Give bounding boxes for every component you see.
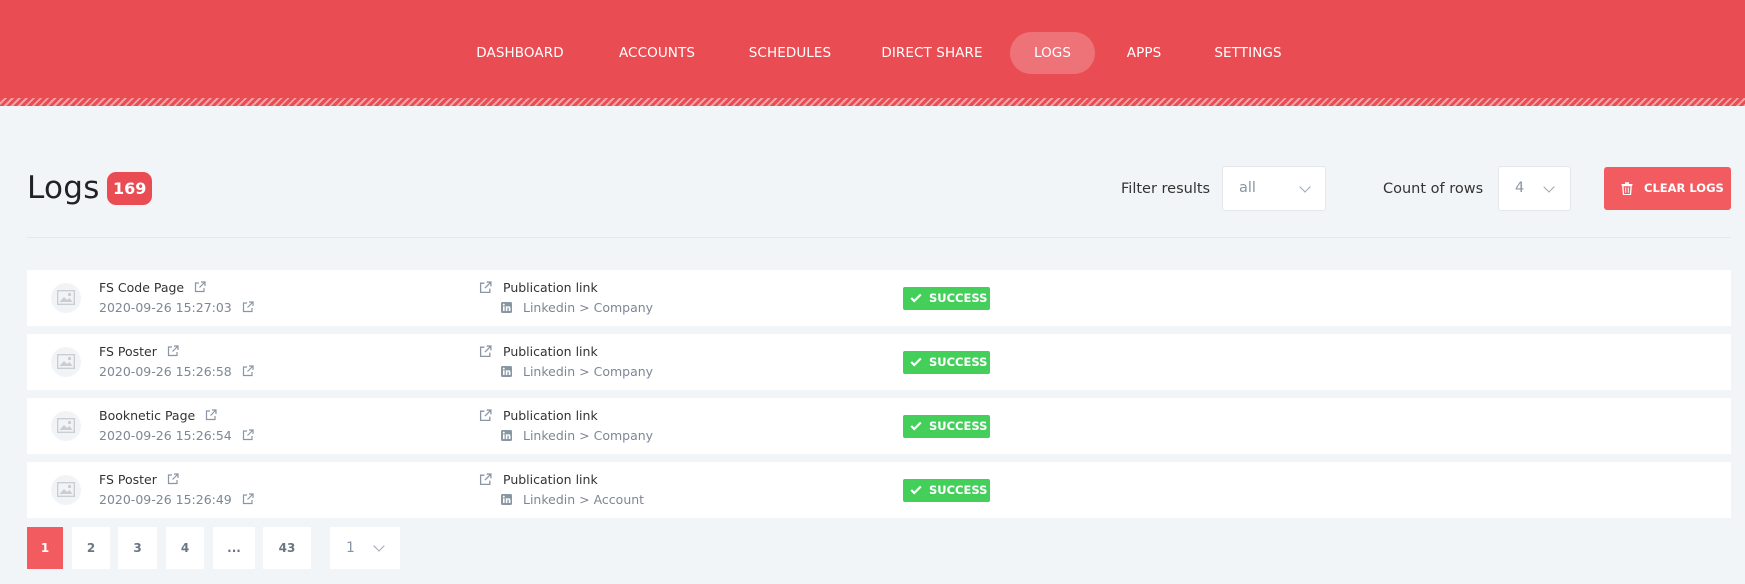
linkedin-icon <box>501 430 512 441</box>
log-date: 2020-09-26 15:26:58 <box>99 364 232 379</box>
status-badge: SUCCESS <box>903 479 990 502</box>
network-path: Linkedin > Account <box>523 492 645 507</box>
nav-dashboard[interactable]: DASHBOARD <box>468 32 572 74</box>
external-link-icon[interactable] <box>205 409 217 421</box>
log-row: Booknetic Page 2020-09-26 15:26:54 Publi… <box>27 398 1731 454</box>
page-button-2[interactable]: 2 <box>72 527 110 569</box>
log-row: FS Poster 2020-09-26 15:26:49 Publicatio… <box>27 462 1731 518</box>
main-nav: DASHBOARD ACCOUNTS SCHEDULES DIRECT SHAR… <box>0 32 1745 74</box>
external-link-icon[interactable] <box>242 429 254 441</box>
publication-link-label: Publication link <box>503 408 598 423</box>
external-link-icon[interactable] <box>242 301 254 313</box>
clear-logs-label: CLEAR LOGS <box>1644 181 1724 195</box>
trash-icon <box>1621 182 1633 195</box>
external-link-icon <box>479 409 492 422</box>
page-select[interactable]: 1 <box>330 527 400 569</box>
page-button-3[interactable]: 3 <box>118 527 157 569</box>
page-button-4[interactable]: 4 <box>166 527 204 569</box>
logs-count-badge: 169 <box>107 172 153 205</box>
status-text: SUCCESS <box>929 355 988 369</box>
network-path: Linkedin > Company <box>523 300 654 315</box>
nav-apps[interactable]: APPS <box>1118 32 1170 74</box>
filter-select[interactable]: all <box>1222 166 1326 211</box>
linkedin-icon <box>501 494 512 505</box>
status-badge: SUCCESS <box>903 415 990 438</box>
nav-logs[interactable]: LOGS <box>1010 32 1095 74</box>
page-title: Logs <box>27 170 100 206</box>
log-title: FS Code Page <box>99 280 185 295</box>
page-button-43[interactable]: 43 <box>263 527 311 569</box>
publication-link-label: Publication link <box>503 280 598 295</box>
linkedin-icon <box>501 366 512 377</box>
check-icon <box>910 485 922 495</box>
publication-link[interactable]: Publication link <box>479 408 598 424</box>
clear-logs-button[interactable]: CLEAR LOGS <box>1604 167 1731 210</box>
log-date: 2020-09-26 15:26:54 <box>99 428 232 443</box>
page-select-value: 1 <box>346 540 355 556</box>
status-text: SUCCESS <box>929 483 988 497</box>
log-date: 2020-09-26 15:26:49 <box>99 492 232 507</box>
header-stripe <box>0 98 1745 106</box>
chevron-down-icon <box>1299 181 1311 193</box>
chevron-down-icon <box>373 540 385 552</box>
external-link-icon[interactable] <box>167 473 179 485</box>
image-placeholder-icon <box>51 347 81 377</box>
image-placeholder-icon <box>51 411 81 441</box>
rows-count-label: Count of rows <box>1383 181 1484 197</box>
external-link-icon[interactable] <box>167 345 179 357</box>
external-link-icon[interactable] <box>194 281 206 293</box>
status-text: SUCCESS <box>929 419 988 433</box>
external-link-icon <box>479 473 492 486</box>
network-path: Linkedin > Company <box>523 364 654 379</box>
log-row: FS Code Page 2020-09-26 15:27:03 Publica… <box>27 270 1731 326</box>
page-button-1[interactable]: 1 <box>27 527 63 569</box>
page-ellipsis: ... <box>213 527 255 569</box>
linkedin-icon <box>501 302 512 313</box>
nav-settings[interactable]: SETTINGS <box>1210 32 1286 74</box>
status-text: SUCCESS <box>929 291 988 305</box>
external-link-icon[interactable] <box>242 365 254 377</box>
check-icon <box>910 421 922 431</box>
filter-select-value: all <box>1239 180 1256 196</box>
log-row: FS Poster 2020-09-26 15:26:58 Publicatio… <box>27 334 1731 390</box>
log-date: 2020-09-26 15:27:03 <box>99 300 232 315</box>
image-placeholder-icon <box>51 283 81 313</box>
status-badge: SUCCESS <box>903 287 990 310</box>
check-icon <box>910 293 922 303</box>
log-title: FS Poster <box>99 472 157 487</box>
check-icon <box>910 357 922 367</box>
external-link-icon <box>479 281 492 294</box>
image-placeholder-icon <box>51 475 81 505</box>
publication-link[interactable]: Publication link <box>479 472 598 488</box>
publication-link[interactable]: Publication link <box>479 344 598 360</box>
rows-count-value: 4 <box>1515 180 1525 196</box>
filter-label: Filter results <box>1121 181 1211 197</box>
rows-count-select[interactable]: 4 <box>1498 166 1571 211</box>
nav-schedules[interactable]: SCHEDULES <box>740 32 840 74</box>
log-title: FS Poster <box>99 344 157 359</box>
publication-link-label: Publication link <box>503 344 598 359</box>
status-badge: SUCCESS <box>903 351 990 374</box>
nav-accounts[interactable]: ACCOUNTS <box>608 32 706 74</box>
network-path: Linkedin > Company <box>523 428 654 443</box>
external-link-icon <box>479 345 492 358</box>
nav-direct-share[interactable]: DIRECT SHARE <box>875 32 989 74</box>
log-title: Booknetic Page <box>99 408 196 423</box>
external-link-icon[interactable] <box>242 493 254 505</box>
publication-link[interactable]: Publication link <box>479 280 598 296</box>
publication-link-label: Publication link <box>503 472 598 487</box>
chevron-down-icon <box>1543 181 1555 193</box>
divider <box>27 237 1731 238</box>
